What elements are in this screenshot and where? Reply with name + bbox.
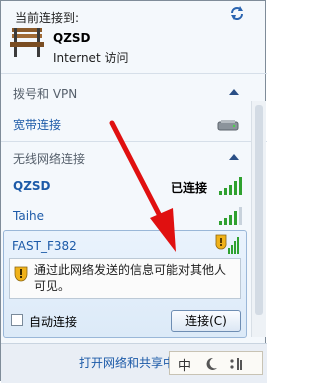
park-bench-icon (10, 28, 44, 57)
scrollbar[interactable] (251, 101, 266, 337)
scrollbar-thumb[interactable] (255, 105, 263, 315)
network-flyout: 当前连接到: QZSD Internet 访问 拨号和 VPN 宽带连接 无线网… (0, 0, 267, 383)
security-warning-box: 通过此网络发送的信息可能对其他人可见。 (9, 258, 241, 299)
divider (1, 73, 267, 74)
network-name: QZSD (13, 179, 51, 193)
wireless-network-item-qzsd[interactable]: QZSD 已连接 (1, 173, 249, 199)
divider (1, 141, 267, 142)
wifi-signal-icon (219, 207, 242, 225)
wireless-network-item-taihe[interactable]: Taihe (1, 203, 249, 229)
auto-connect-label: 自动连接 (29, 315, 78, 329)
dialup-section-title[interactable]: 拨号和 VPN (13, 85, 77, 102)
unsecured-wifi-signal-icon (215, 234, 239, 254)
header-title: 当前连接到: (15, 11, 80, 25)
wifi-signal-icon (219, 177, 242, 195)
auto-connect-checkbox[interactable] (11, 314, 23, 326)
security-warning-text: 通过此网络发送的信息可能对其他人可见。 (34, 263, 227, 293)
chevron-up-icon[interactable] (229, 89, 239, 95)
current-network-name: QZSD (53, 31, 91, 45)
connected-status: 已连接 (171, 181, 208, 195)
refresh-icon[interactable] (228, 4, 246, 22)
network-name: Taihe (13, 209, 45, 223)
ime-toolbar[interactable]: 中 (169, 351, 263, 375)
chevron-up-icon[interactable] (229, 154, 239, 160)
wireless-section-title[interactable]: 无线网络连接 (13, 150, 85, 167)
punctuation-icon[interactable] (228, 356, 244, 372)
current-network-access: Internet 访问 (53, 51, 129, 65)
connect-button[interactable]: 连接(C) (171, 310, 241, 332)
selected-network-name: FAST_F382 (12, 239, 77, 253)
modem-icon (217, 120, 239, 131)
moon-icon[interactable] (204, 357, 218, 371)
broadband-connection-item[interactable]: 宽带连接 (13, 116, 61, 133)
warning-shield-icon (14, 266, 28, 282)
ime-mode-label[interactable]: 中 (178, 355, 191, 374)
